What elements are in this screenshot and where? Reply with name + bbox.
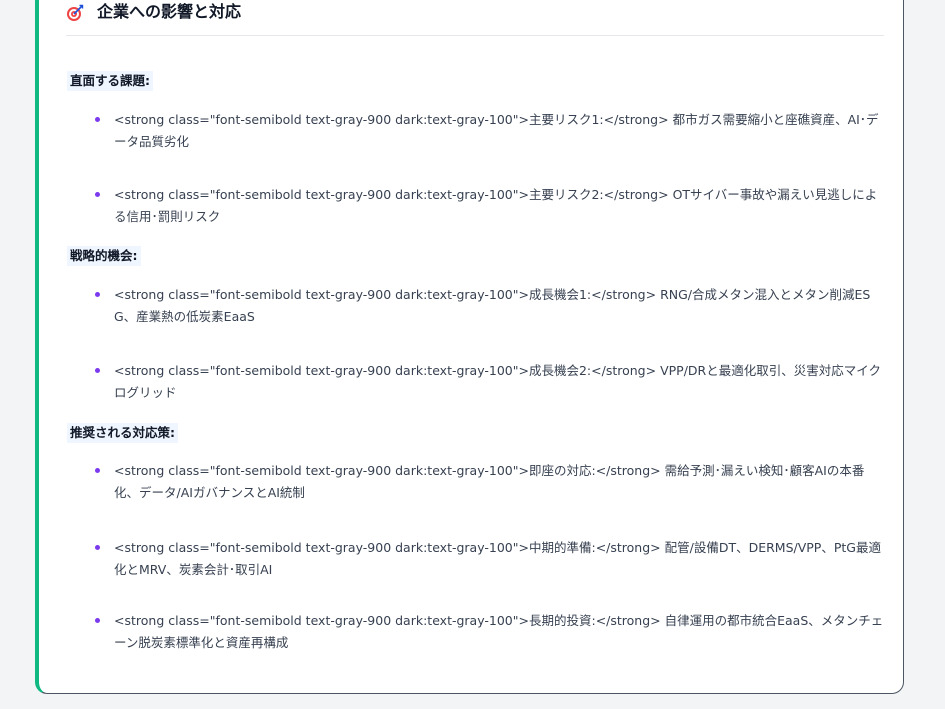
bullet-icon: [95, 368, 100, 373]
bullet-icon: [95, 117, 100, 122]
target-icon: [66, 4, 84, 22]
list-item: <strong class="font-semibold text-gray-9…: [95, 184, 884, 228]
bullet-icon: [95, 545, 100, 550]
card-title: 企業への影響と対応: [97, 2, 242, 21]
list-item: <strong class="font-semibold text-gray-9…: [95, 360, 884, 404]
list-item: <strong class="font-semibold text-gray-9…: [95, 284, 884, 328]
list-item: <strong class="font-semibold text-gray-9…: [95, 460, 884, 504]
bullet-icon: [95, 468, 100, 473]
list-item: <strong class="font-semibold text-gray-9…: [95, 610, 884, 654]
card-header: 企業への影響と対応: [66, 0, 884, 36]
bullet-icon: [95, 292, 100, 297]
section-label-opportunities: 戦略的機会:: [67, 246, 141, 266]
bullet-icon: [95, 618, 100, 623]
section-label-challenges: 直面する課題:: [67, 71, 153, 91]
impact-card: 企業への影響と対応 直面する課題: <strong class="font-se…: [35, 0, 904, 694]
list-item: <strong class="font-semibold text-gray-9…: [95, 537, 884, 581]
list-item: <strong class="font-semibold text-gray-9…: [95, 109, 884, 153]
bullet-icon: [95, 192, 100, 197]
section-label-actions: 推奨される対応策:: [67, 423, 178, 443]
